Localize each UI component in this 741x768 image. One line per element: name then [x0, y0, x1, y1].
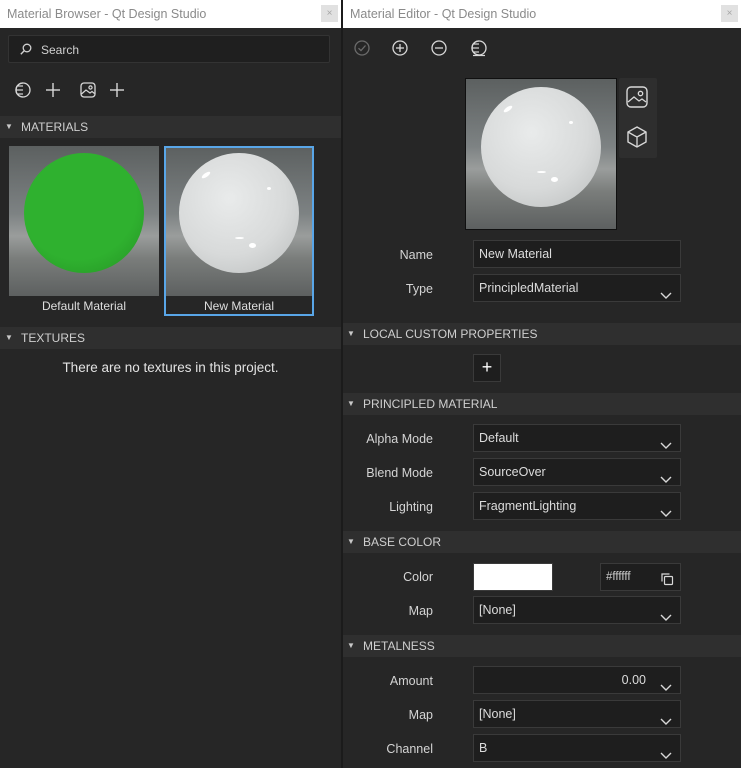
- apply-check-icon[interactable]: [350, 36, 374, 60]
- chevron-down-icon: [660, 605, 672, 631]
- lighting-dropdown[interactable]: FragmentLighting: [473, 492, 681, 520]
- amount-label: Amount: [389, 674, 433, 688]
- base-map-dropdown[interactable]: [None]: [473, 596, 681, 624]
- name-field[interactable]: New Material: [473, 240, 681, 268]
- chevron-down-icon: [660, 709, 672, 735]
- chevron-down-icon: [660, 433, 672, 459]
- preview-sphere: [481, 87, 601, 207]
- principled-material-header[interactable]: ▼ PRINCIPLED MATERIAL: [343, 393, 741, 415]
- lighting-label: Lighting: [389, 500, 433, 514]
- name-label: Name: [399, 248, 433, 262]
- add-material-plus-icon[interactable]: [41, 78, 65, 102]
- material-thumbnail-default[interactable]: [9, 146, 159, 296]
- type-label: Type: [405, 282, 433, 296]
- type-dropdown[interactable]: PrincipledMaterial: [473, 274, 681, 302]
- material-editor-titlebar[interactable]: Material Editor - Qt Design Studio ×: [343, 0, 741, 28]
- blend-mode-value: SourceOver: [479, 465, 546, 479]
- selection-frame: [164, 146, 314, 316]
- channel-value: B: [479, 741, 488, 755]
- section-title: BASE COLOR: [363, 535, 442, 549]
- chevron-down-icon: [660, 501, 672, 527]
- search-input[interactable]: Search: [8, 35, 330, 63]
- collapse-caret-icon: ▼: [347, 329, 355, 338]
- editor-toolbar: [343, 28, 741, 68]
- amount-value: 0.00: [621, 673, 646, 687]
- textures-section-title: TEXTURES: [21, 331, 86, 345]
- base-map-label: Map: [408, 604, 433, 618]
- collapse-caret-icon: ▼: [5, 333, 13, 342]
- collapse-caret-icon: ▼: [347, 399, 355, 408]
- chevron-down-icon: [660, 743, 672, 768]
- amount-spinbox[interactable]: 0.00: [473, 666, 681, 694]
- lighting-value: FragmentLighting: [479, 499, 577, 513]
- search-placeholder: Search: [41, 43, 80, 57]
- metal-map-dropdown[interactable]: [None]: [473, 700, 681, 728]
- alpha-mode-value: Default: [479, 431, 519, 445]
- remove-circle-icon[interactable]: [427, 36, 451, 60]
- add-circle-icon[interactable]: [388, 36, 412, 60]
- alpha-mode-label: Alpha Mode: [366, 432, 433, 446]
- section-title: METALNESS: [363, 639, 435, 653]
- add-texture-plus-icon[interactable]: [105, 78, 129, 102]
- material-preview: [465, 78, 617, 230]
- close-button[interactable]: ×: [721, 5, 738, 22]
- channel-dropdown[interactable]: B: [473, 734, 681, 762]
- materials-section-header[interactable]: ▼ MATERIALS: [0, 116, 341, 138]
- base-map-value: [None]: [479, 603, 516, 617]
- chevron-down-icon: [660, 467, 672, 493]
- section-title: PRINCIPLED MATERIAL: [363, 397, 498, 411]
- metal-map-label: Map: [408, 708, 433, 722]
- chevron-down-icon[interactable]: [660, 675, 672, 701]
- add-property-button[interactable]: +: [473, 354, 501, 382]
- local-custom-properties-header[interactable]: ▼ LOCAL CUSTOM PROPERTIES: [343, 323, 741, 345]
- textures-section-header[interactable]: ▼ TEXTURES: [0, 327, 341, 349]
- metalness-header[interactable]: ▼ METALNESS: [343, 635, 741, 657]
- color-hex-value: #ffffff: [606, 571, 631, 583]
- preview-side-buttons: [619, 78, 657, 158]
- textures-empty-message: There are no textures in this project.: [62, 360, 279, 375]
- color-label: Color: [403, 570, 433, 584]
- base-color-header[interactable]: ▼ BASE COLOR: [343, 531, 741, 553]
- collapse-caret-icon: ▼: [347, 537, 355, 546]
- window-title: Material Browser - Qt Design Studio: [7, 7, 207, 21]
- color-swatch[interactable]: [473, 563, 553, 591]
- material-sphere: [24, 153, 144, 273]
- blend-mode-dropdown[interactable]: SourceOver: [473, 458, 681, 486]
- chevron-down-icon: [660, 283, 672, 309]
- color-hex-field[interactable]: #ffffff: [600, 563, 681, 591]
- close-button[interactable]: ×: [321, 5, 338, 22]
- section-title: LOCAL CUSTOM PROPERTIES: [363, 327, 538, 341]
- alpha-mode-dropdown[interactable]: Default: [473, 424, 681, 452]
- materials-section-title: MATERIALS: [21, 120, 89, 134]
- metal-map-value: [None]: [479, 707, 516, 721]
- collapse-caret-icon: ▼: [347, 641, 355, 650]
- material-browser-panel: Material Browser - Qt Design Studio × Se…: [0, 0, 341, 768]
- material-editor-panel: Material Editor - Qt Design Studio × Nam…: [343, 0, 741, 768]
- material-sphere-icon[interactable]: [467, 36, 491, 60]
- type-value: PrincipledMaterial: [479, 281, 579, 295]
- preview-environment-image-icon[interactable]: [625, 85, 649, 109]
- copy-icon[interactable]: [660, 570, 674, 596]
- channel-label: Channel: [386, 742, 433, 756]
- preview-background: [466, 79, 616, 229]
- window-title: Material Editor - Qt Design Studio: [350, 7, 537, 21]
- material-name-default[interactable]: Default Material: [9, 299, 159, 313]
- preview-model-cube-icon[interactable]: [625, 125, 649, 149]
- collapse-caret-icon: ▼: [5, 122, 13, 131]
- create-material-sphere-icon[interactable]: [11, 78, 35, 102]
- texture-image-icon[interactable]: [76, 78, 100, 102]
- material-browser-titlebar[interactable]: Material Browser - Qt Design Studio ×: [0, 0, 341, 28]
- search-icon: [19, 42, 33, 59]
- blend-mode-label: Blend Mode: [366, 466, 433, 480]
